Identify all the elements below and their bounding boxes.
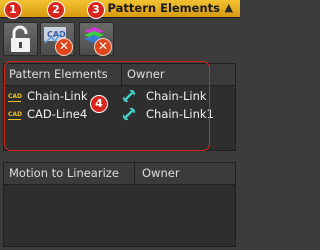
- remove-cad-element-button[interactable]: CAD ✕: [40, 22, 75, 56]
- table-row[interactable]: CAD CAD-Line4 Chain-Link1: [4, 106, 235, 123]
- callout-badge-4: 4: [90, 95, 108, 113]
- remove-motion-button[interactable]: ✕: [79, 22, 114, 56]
- collapse-chevron-icon[interactable]: ▲: [225, 1, 233, 14]
- table-header: Motion to Linearize Owner: [4, 163, 235, 185]
- pattern-elements-table: Pattern Elements Owner CAD Chain-Link Ch…: [3, 63, 236, 151]
- panel-title: Pattern Elements: [107, 1, 220, 15]
- table-row[interactable]: CAD Chain-Link Chain-Link: [4, 88, 235, 105]
- table-header: Pattern Elements Owner: [4, 64, 235, 86]
- callout-badge-2: 2: [47, 1, 65, 19]
- toolbar: CAD ✕ ✕: [0, 18, 240, 58]
- column-header-motion-to-linearize[interactable]: Motion to Linearize: [9, 166, 119, 180]
- element-name: Chain-Link: [27, 89, 88, 103]
- link-icon: [122, 107, 136, 121]
- cad-icon: CAD: [8, 93, 23, 102]
- panel-header[interactable]: Pattern Elements ▲: [0, 0, 240, 18]
- column-divider[interactable]: [121, 64, 122, 86]
- column-header-owner[interactable]: Owner: [142, 166, 180, 180]
- motion-to-linearize-table: Motion to Linearize Owner: [3, 162, 236, 247]
- owner-name: Chain-Link: [146, 89, 207, 103]
- remove-x-icon: ✕: [94, 38, 112, 56]
- callout-badge-1: 1: [4, 1, 22, 19]
- column-header-owner[interactable]: Owner: [127, 67, 165, 81]
- lock-button[interactable]: [3, 22, 38, 56]
- element-name: CAD-Line4: [27, 107, 88, 121]
- callout-badge-3: 3: [87, 1, 105, 19]
- lock-icon: [11, 25, 30, 52]
- cad-icon: CAD: [8, 111, 23, 120]
- remove-x-icon: ✕: [55, 38, 73, 56]
- link-icon: [122, 89, 136, 103]
- owner-name: Chain-Link1: [146, 107, 214, 121]
- column-header-pattern-elements[interactable]: Pattern Elements: [9, 67, 108, 81]
- column-divider[interactable]: [134, 163, 135, 185]
